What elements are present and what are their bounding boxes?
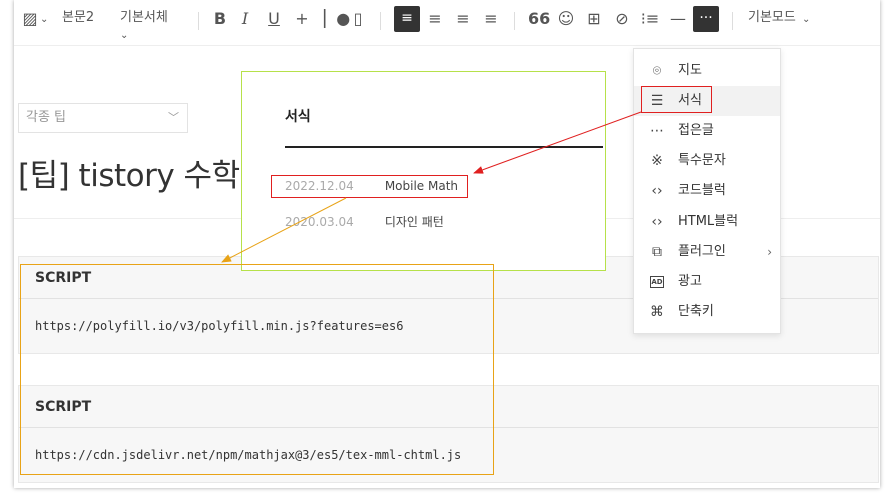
menu-item-label: 광고 bbox=[678, 274, 702, 289]
annotation-box-script-blocks bbox=[20, 264, 494, 475]
menu-item-fold[interactable]: ⋯ 접은글 bbox=[634, 116, 780, 146]
code-icon: ‹› bbox=[651, 183, 663, 199]
menu-item-label: 코드블럭 bbox=[678, 183, 726, 198]
chevron-down-icon: ﹀ bbox=[168, 111, 179, 124]
toolbar-divider bbox=[380, 12, 381, 30]
strikethrough-icon[interactable]: + bbox=[292, 9, 312, 29]
menu-item-ad[interactable]: AD 광고 bbox=[634, 267, 780, 297]
align-justify-icon[interactable]: ≡ bbox=[481, 9, 501, 29]
more-icon[interactable]: ··· bbox=[693, 6, 719, 32]
italic-icon[interactable]: I bbox=[235, 9, 255, 29]
shortcut-icon: ⌘ bbox=[650, 304, 664, 320]
table-icon[interactable]: ⊞ bbox=[584, 9, 604, 29]
menu-item-label: 접은글 bbox=[678, 123, 714, 138]
menu-item-special-char[interactable]: ※ 특수문자 bbox=[634, 146, 780, 176]
menu-item-label: HTML블럭 bbox=[678, 214, 739, 229]
bold-icon[interactable]: B bbox=[210, 9, 230, 29]
menu-item-label: 특수문자 bbox=[678, 153, 726, 168]
fold-icon: ⋯ bbox=[650, 123, 664, 139]
menu-item-map[interactable]: ⌾ 지도 bbox=[634, 56, 780, 86]
background-color-icon[interactable]: ▯ bbox=[348, 9, 368, 29]
template-item[interactable]: 2020.03.04 디자인 패턴 bbox=[285, 213, 444, 230]
format-panel-title: 서식 bbox=[285, 109, 311, 125]
emoticon-icon[interactable]: ☺ bbox=[556, 9, 576, 29]
post-title-input[interactable]: [팁] tistory 수학 지 bbox=[18, 150, 277, 195]
image-icon[interactable]: ▨ bbox=[20, 9, 40, 29]
font-chevron-icon[interactable]: ⌄ bbox=[120, 26, 128, 46]
format-panel-divider bbox=[285, 146, 603, 148]
align-left-icon[interactable]: ≡ bbox=[394, 6, 420, 32]
underline-icon[interactable]: U bbox=[264, 9, 284, 29]
align-center-icon[interactable]: ≡ bbox=[425, 9, 445, 29]
annotation-box-template-item bbox=[271, 175, 468, 198]
html-icon: ‹› bbox=[651, 214, 663, 230]
align-right-icon[interactable]: ≡ bbox=[453, 9, 473, 29]
special-char-icon: ※ bbox=[651, 153, 663, 169]
template-name: 디자인 패턴 bbox=[384, 215, 444, 229]
bullet-list-icon[interactable]: ⁝≡ bbox=[640, 9, 660, 29]
paragraph-style-select[interactable]: 본문2 bbox=[62, 8, 94, 28]
plugin-icon: ⧉ bbox=[652, 244, 662, 260]
annotation-box-template-menu bbox=[641, 86, 712, 113]
menu-item-html-block[interactable]: ‹› HTML블럭 bbox=[634, 207, 780, 237]
editor-toolbar: ▨ ⌄ 본문2 기본서체 ⌄ B I U + ▏● ▯ ≡ ≡ ≡ ≡ 66 ☺… bbox=[14, 0, 880, 46]
menu-item-label: 지도 bbox=[678, 63, 702, 78]
link-icon[interactable]: ⊘ bbox=[612, 9, 632, 29]
menu-item-label: 플러그인 bbox=[678, 244, 726, 259]
image-dropdown-chevron[interactable]: ⌄ bbox=[40, 10, 48, 30]
chevron-right-icon: › bbox=[767, 245, 772, 259]
map-pin-icon: ⌾ bbox=[652, 63, 662, 79]
category-select[interactable]: 각종 팁 ﹀ bbox=[18, 103, 188, 133]
mode-chevron-icon[interactable]: ⌄ bbox=[802, 10, 810, 30]
text-color-icon[interactable]: ▏● bbox=[324, 9, 350, 29]
category-value: 각종 팁 bbox=[26, 110, 67, 125]
toolbar-divider bbox=[732, 12, 733, 30]
horizontal-line-icon[interactable]: — bbox=[668, 9, 688, 29]
template-date: 2020.03.04 bbox=[285, 215, 354, 229]
mode-select[interactable]: 기본모드 bbox=[748, 8, 796, 28]
toolbar-divider bbox=[514, 12, 515, 30]
toolbar-divider bbox=[198, 12, 199, 30]
menu-item-code-block[interactable]: ‹› 코드블럭 bbox=[634, 176, 780, 206]
ad-icon: AD bbox=[650, 276, 664, 288]
menu-item-plugin[interactable]: ⧉ 플러그인 › bbox=[634, 237, 780, 267]
menu-item-label: 단축키 bbox=[678, 304, 714, 319]
format-template-panel: 서식 2022.12.04 Mobile Math 2020.03.04 디자인… bbox=[241, 71, 606, 271]
font-select[interactable]: 기본서체 bbox=[120, 8, 168, 28]
menu-item-shortcut[interactable]: ⌘ 단축키 bbox=[634, 297, 780, 327]
quote-icon[interactable]: 66 bbox=[528, 9, 550, 29]
